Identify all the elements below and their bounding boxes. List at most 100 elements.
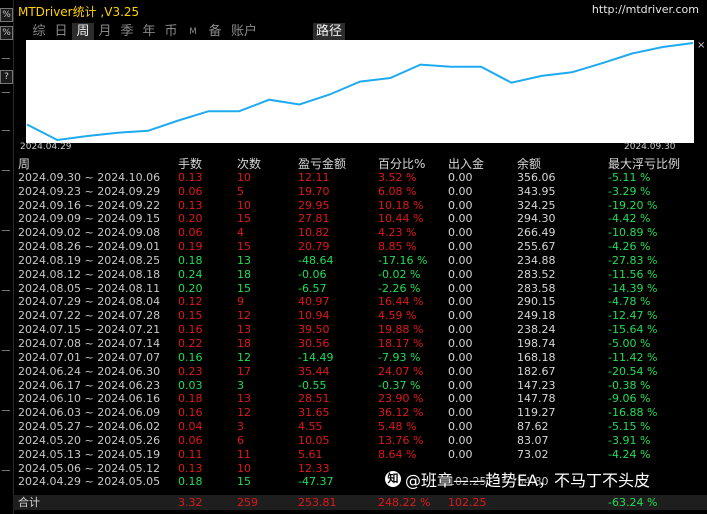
tab-quarter[interactable]: 季 [116,23,138,41]
cell-lots: 0.11 [178,447,203,461]
tab-week[interactable]: 周 [72,23,94,41]
table-row[interactable]: 2024.06.03 ~ 2024.06.09 0.16 12 31.65 36.12 … [18,406,707,420]
cell-week: 2024.06.17 ~ 2024.06.23 [18,378,161,392]
weekly-stats-table: 周 手数 次数 盈亏金额 百分比% 出入金 余额 最大浮亏比例 2024.09.… [18,157,707,489]
totals-deposit: 102.25 [448,496,487,509]
cell-percent: -0.37 % [378,378,421,392]
toolbar-button-2[interactable]: % [0,26,13,40]
cell-trades: 10 [237,461,251,475]
header-lots[interactable]: 手数 [178,157,202,171]
table-row[interactable]: 2024.07.29 ~ 2024.08.04 0.12 9 40.97 16.44 %… [18,295,707,309]
cell-trades: 15 [237,475,251,489]
table-row[interactable]: 2024.05.27 ~ 2024.06.02 0.04 3 4.55 5.48 % 0.… [18,420,707,434]
table-row[interactable]: 2024.09.16 ~ 2024.09.22 0.13 10 29.95 10.18 … [18,199,707,213]
table-row[interactable]: 2024.08.26 ~ 2024.09.01 0.19 15 20.79 8.85 %… [18,240,707,254]
totals-lots: 3.32 [178,496,203,509]
toolbar-button-1[interactable]: % [0,8,13,22]
website-link[interactable]: http://mtdriver.com [592,3,699,16]
table-body: 2024.09.30 ~ 2024.10.06 0.13 10 12.11 3.52 %… [18,171,707,489]
cell-balance: 283.52 [517,267,556,281]
cell-percent: 23.90 % [378,392,424,406]
cell-pnl: 29.95 [298,198,330,212]
cell-week: 2024.09.23 ~ 2024.09.29 [18,184,161,198]
tab-month[interactable]: 月 [94,23,116,41]
tab-symbol[interactable]: 币 [160,23,182,41]
table-row[interactable]: 2024.05.13 ~ 2024.05.19 0.11 11 5.61 8.64 % 0… [18,448,707,462]
table-row[interactable]: 2024.07.01 ~ 2024.07.07 0.16 12 -14.49 -7.93… [18,351,707,365]
cell-lots: 0.20 [178,212,203,226]
cell-pnl: 19.70 [298,184,330,198]
cell-trades: 6 [237,433,244,447]
cell-trades: 3 [237,378,244,392]
tab-magic[interactable]: M [182,23,204,41]
cell-balance: 255.67 [517,240,556,254]
table-row[interactable]: 2024.08.05 ~ 2024.08.11 0.20 15 -6.57 -2.26 … [18,282,707,296]
divider [2,170,10,171]
cell-max-drawdown: -11.42 % [608,350,658,364]
cell-pnl: 12.11 [298,170,330,184]
cell-deposit: 0.00 [448,295,473,309]
cell-week: 2024.06.03 ~ 2024.06.09 [18,406,161,420]
close-icon[interactable]: × [697,40,705,51]
header-balance[interactable]: 余额 [517,157,541,171]
cell-trades: 13 [237,323,251,337]
tab-summary[interactable]: 综 [28,23,50,41]
cell-week: 2024.07.29 ~ 2024.08.04 [18,295,161,309]
table-row[interactable]: 2024.06.10 ~ 2024.06.16 0.18 13 28.51 23.90 … [18,392,707,406]
tab-path[interactable]: 路径 [313,23,345,41]
header-week[interactable]: 周 [18,157,30,171]
totals-percent: 248.22 % [378,496,431,509]
cell-trades: 11 [237,447,251,461]
header-trades[interactable]: 次数 [237,157,261,171]
cell-deposit: 0.00 [448,364,473,378]
watermark-text: @班章——趋势EA，不马丁不头皮 [405,471,651,490]
tab-day[interactable]: 日 [50,23,72,41]
cell-lots: 0.13 [178,170,203,184]
cell-pnl: 10.82 [298,226,330,240]
table-row[interactable]: 2024.09.09 ~ 2024.09.15 0.20 15 27.81 10.44 … [18,212,707,226]
totals-pnl: 253.81 [298,496,337,509]
table-row[interactable]: 2024.09.23 ~ 2024.09.29 0.06 5 19.70 6.08 % 0… [18,185,707,199]
table-row[interactable]: 2024.05.20 ~ 2024.05.26 0.06 6 10.05 13.76 %… [18,434,707,448]
left-toolbar: % % ? [0,0,14,514]
cell-trades: 9 [237,295,244,309]
cell-max-drawdown: -11.56 % [608,267,658,281]
cell-deposit: 0.00 [448,240,473,254]
table-row[interactable]: 2024.09.02 ~ 2024.09.08 0.06 4 10.82 4.23 % 0… [18,226,707,240]
tab-comment[interactable]: 备 [204,23,226,41]
cell-balance: 343.95 [517,184,556,198]
cell-balance: 147.78 [517,392,556,406]
cell-percent: -0.02 % [378,267,421,281]
cell-trades: 12 [237,309,251,323]
header-pnl[interactable]: 盈亏金额 [298,157,346,171]
table-row[interactable]: 2024.06.24 ~ 2024.06.30 0.23 17 35.44 24.07 … [18,365,707,379]
cell-lots: 0.16 [178,350,203,364]
cell-deposit: 0.00 [448,184,473,198]
cell-week: 2024.09.16 ~ 2024.09.22 [18,198,161,212]
equity-chart [26,40,694,143]
help-button[interactable]: ? [0,70,13,84]
cell-pnl: 27.81 [298,212,330,226]
cell-trades: 17 [237,364,251,378]
table-row[interactable]: 2024.07.15 ~ 2024.07.21 0.16 13 39.50 19.88 … [18,323,707,337]
cell-lots: 0.06 [178,433,203,447]
tab-year[interactable]: 年 [138,23,160,41]
cell-balance: 356.06 [517,170,556,184]
header-deposit[interactable]: 出入金 [448,157,484,171]
table-row[interactable]: 2024.07.22 ~ 2024.07.28 0.15 12 10.94 4.59 %… [18,309,707,323]
table-row[interactable]: 2024.06.17 ~ 2024.06.23 0.03 3 -0.55 -0.37 %… [18,379,707,393]
header-max-drawdown[interactable]: 最大浮亏比例 [608,157,680,171]
cell-week: 2024.09.09 ~ 2024.09.15 [18,212,161,226]
cell-trades: 12 [237,350,251,364]
table-row[interactable]: 2024.08.19 ~ 2024.08.25 0.18 13 -48.64 -17.1… [18,254,707,268]
cell-deposit: 0.00 [448,226,473,240]
table-row[interactable]: 2024.08.12 ~ 2024.08.18 0.24 18 -0.06 -0.02 … [18,268,707,282]
cell-lots: 0.18 [178,475,203,489]
tab-account[interactable]: 账户 [226,23,262,41]
cell-max-drawdown: -16.88 % [608,406,658,420]
header-percent[interactable]: 百分比% [378,157,425,171]
table-row[interactable]: 2024.07.08 ~ 2024.07.14 0.22 18 30.56 18.17 … [18,337,707,351]
cell-week: 2024.08.19 ~ 2024.08.25 [18,253,161,267]
cell-percent: 5.48 % [378,420,417,434]
table-row[interactable]: 2024.09.30 ~ 2024.10.06 0.13 10 12.11 3.52 %… [18,171,707,185]
